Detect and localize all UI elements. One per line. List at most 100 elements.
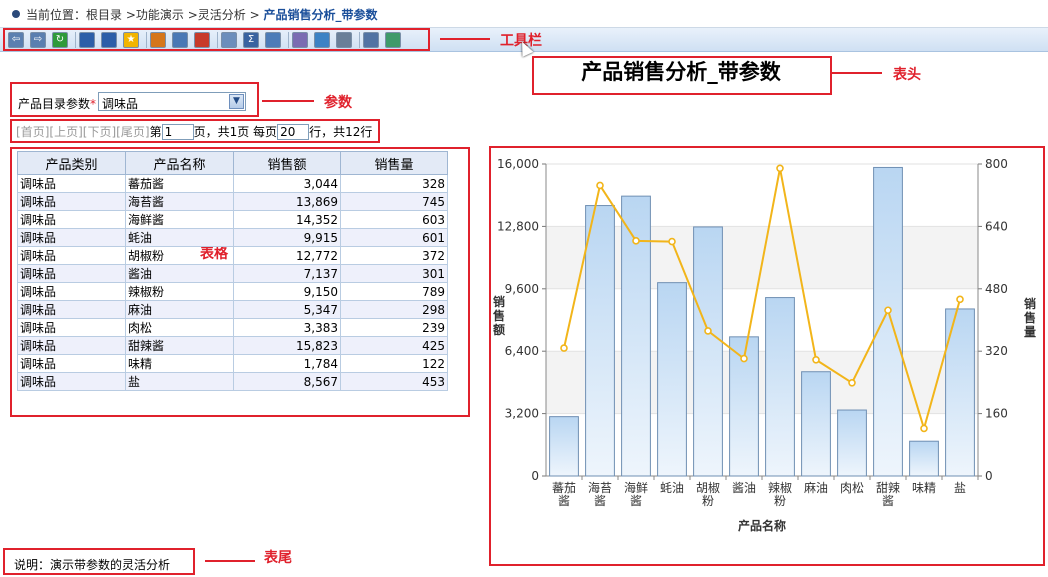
table-cell: 7,137 <box>233 264 341 283</box>
column-header[interactable]: 销售额 <box>233 151 341 175</box>
line-point <box>848 378 856 387</box>
y-tick-label: 0 <box>531 469 539 483</box>
x-tick-label: 酱 <box>594 493 606 508</box>
table-cell: 调味品 <box>17 336 126 355</box>
x-tick-label: 粉 <box>774 494 786 508</box>
line-point <box>740 354 748 363</box>
annotation-line-header <box>830 72 882 74</box>
table-cell: 372 <box>340 246 448 265</box>
bar <box>909 440 939 477</box>
page-suffix: 页，共1页 <box>193 125 250 139</box>
bar <box>585 205 615 477</box>
breadcrumb-current: 产品销售分析_带参数 <box>263 8 378 22</box>
per-page-label: 每页 <box>253 125 278 139</box>
category-param-select[interactable]: 调味品 ▼ <box>98 92 246 111</box>
table-cell: 1,784 <box>233 354 341 373</box>
table-cell: 8,567 <box>233 372 341 391</box>
y2-axis-title-char: 销 <box>1024 296 1036 311</box>
page-prefix: 第 <box>149 125 162 139</box>
table-cell: 453 <box>340 372 448 391</box>
table-cell: 肉松 <box>125 318 234 337</box>
table-row: 调味品 味精 1,784 122 <box>17 354 448 373</box>
x-tick-label: 辣椒 <box>768 481 792 495</box>
annotation-line-param <box>262 100 314 102</box>
annotation-label-header: 表头 <box>893 67 921 83</box>
bar <box>549 416 579 477</box>
table-cell: 海苔酱 <box>125 192 234 211</box>
x-axis-title: 产品名称 <box>738 518 786 533</box>
breadcrumb-item-demo[interactable]: 功能演示 <box>136 8 184 22</box>
y-tick-label: 6,400 <box>505 344 539 358</box>
table-cell: 麻油 <box>125 300 234 319</box>
last-page-link[interactable]: [尾页] <box>116 125 149 139</box>
y-axis-title-char: 售 <box>493 308 505 323</box>
table-header-row: 产品类别 产品名称 销售额 销售量 <box>17 151 448 175</box>
table-cell: 甜辣酱 <box>125 336 234 355</box>
table-cell: 745 <box>340 192 448 211</box>
page-number-input[interactable]: 1 <box>161 124 194 140</box>
table-cell: 301 <box>340 264 448 283</box>
next-page-link[interactable]: [下页] <box>83 125 116 139</box>
table-cell: 328 <box>340 174 448 193</box>
param-label-text: 产品目录参数 <box>18 97 91 111</box>
table-body: 调味品 蕃茄酱 3,044 328 调味品 海苔酱 13,869 745 调味品 海鲜酱 14,35… <box>17 174 448 391</box>
breadcrumb-item-root[interactable]: 根目录 <box>86 8 122 22</box>
x-tick-label: 酱 <box>630 493 642 508</box>
table-row: 调味品 海苔酱 13,869 745 <box>17 192 448 211</box>
x-tick-label: 酱油 <box>732 480 756 495</box>
bar <box>837 409 867 477</box>
table-cell: 海鲜酱 <box>125 210 234 229</box>
table-cell: 胡椒粉 <box>125 246 234 265</box>
data-table: 产品类别 产品名称 销售额 销售量 调味品 蕃茄酱 3,044 328 调味品 海苔酱 13,86… <box>17 151 448 391</box>
total-rows: 行，共12行 <box>309 125 373 139</box>
y-tick-label: 3,200 <box>505 407 539 421</box>
first-page-link[interactable]: [首页] <box>16 125 49 139</box>
table-cell: 调味品 <box>17 264 126 283</box>
table-cell: 蕃茄酱 <box>125 174 234 193</box>
line-point <box>632 237 640 245</box>
line-point <box>776 164 784 173</box>
table-row: 调味品 甜辣酱 15,823 425 <box>17 336 448 355</box>
table-cell: 3,383 <box>233 318 341 337</box>
annotation-line-toolbar <box>440 38 490 40</box>
table-row: 调味品 辣椒粉 9,150 789 <box>17 282 448 301</box>
table-cell: 14,352 <box>233 210 341 229</box>
chevron-down-icon[interactable]: ▼ <box>229 94 244 109</box>
x-tick-label: 酱 <box>882 493 894 508</box>
table-cell: 15,823 <box>233 336 341 355</box>
table-cell: 盐 <box>125 372 234 391</box>
table-cell: 调味品 <box>17 210 126 229</box>
table-cell: 调味品 <box>17 300 126 319</box>
y2-tick-label: 160 <box>985 407 1008 421</box>
x-tick-label: 粉 <box>702 494 714 508</box>
table-cell: 122 <box>340 354 448 373</box>
bar <box>873 166 903 477</box>
per-page-input[interactable]: 20 <box>277 124 310 140</box>
x-tick-label: 海苔 <box>588 480 612 495</box>
line-point <box>560 344 568 352</box>
table-cell: 425 <box>340 336 448 355</box>
line-point <box>596 181 604 190</box>
prev-page-link[interactable]: [上页] <box>49 125 82 139</box>
x-tick-label: 胡椒 <box>696 481 720 495</box>
table-cell: 味精 <box>125 354 234 373</box>
param-label: 产品目录参数* <box>18 95 96 112</box>
x-tick-label: 肉松 <box>840 481 864 495</box>
y-tick-label: 16,000 <box>497 157 539 171</box>
table-cell: 9,150 <box>233 282 341 301</box>
table-row: 调味品 蕃茄酱 3,044 328 <box>17 174 448 193</box>
table-cell: 酱油 <box>125 264 234 283</box>
y-axis-title-char: 销 <box>493 294 505 309</box>
table-cell: 3,044 <box>233 174 341 193</box>
column-header[interactable]: 产品名称 <box>125 151 234 175</box>
x-tick-label: 麻油 <box>804 480 828 495</box>
line-point <box>920 424 928 433</box>
column-header[interactable]: 销售量 <box>340 151 448 175</box>
column-header[interactable]: 产品类别 <box>17 151 126 175</box>
breadcrumb-item-analysis[interactable]: 灵活分析 <box>198 8 246 22</box>
breadcrumb: 当前位置：根目录 >功能演示 >灵活分析 > 产品销售分析_带参数 <box>26 8 378 22</box>
category-param-value: 调味品 <box>102 97 139 111</box>
line-point <box>668 237 676 246</box>
line-point <box>884 306 892 315</box>
annotation-line-footer <box>205 560 255 562</box>
